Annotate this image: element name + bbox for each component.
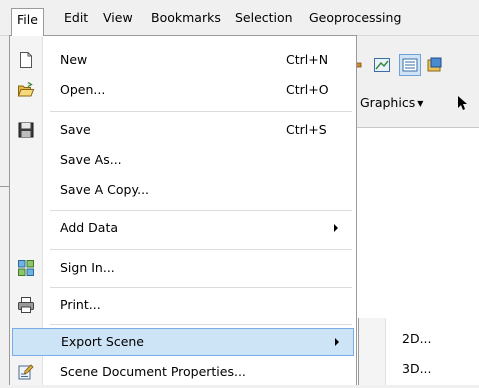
select-elements-icon[interactable] xyxy=(455,94,469,112)
save-disk-icon xyxy=(17,121,35,139)
file-menu: New Ctrl+N Open... Ctrl+O Save Ctrl+S Sa… xyxy=(9,35,357,385)
menu-separator xyxy=(50,111,352,112)
graphics-label: Graphics xyxy=(360,95,416,110)
menu-separator xyxy=(50,249,352,250)
sign-in-icon xyxy=(17,259,35,277)
menu-item-label: Export Scene xyxy=(61,334,145,349)
menu-item-shortcut: Ctrl+O xyxy=(286,82,329,97)
menu-view[interactable]: View xyxy=(100,9,136,29)
menu-item-save-a-copy[interactable]: Save A Copy... xyxy=(10,176,356,206)
menu-item-label: Open... xyxy=(60,82,106,97)
menu-selection[interactable]: Selection xyxy=(232,9,296,29)
submenu-item-label: 3D... xyxy=(402,361,432,376)
table-of-contents-icon[interactable] xyxy=(399,54,421,76)
menu-item-save-as[interactable]: Save As... xyxy=(10,146,356,176)
toolbar-area xyxy=(340,36,479,126)
menu-separator xyxy=(50,324,352,325)
menu-item-label: Scene Document Properties... xyxy=(60,364,246,379)
menu-item-label: New xyxy=(60,52,88,67)
menu-item-label: Print... xyxy=(60,297,101,312)
menu-item-sign-in[interactable]: Sign In... xyxy=(10,254,356,284)
graphics-dropdown[interactable]: Graphics ▼ xyxy=(360,94,423,112)
catalog-icon[interactable] xyxy=(427,56,443,74)
menu-item-new[interactable]: New Ctrl+N xyxy=(10,46,356,76)
menu-file[interactable]: File xyxy=(11,8,44,36)
export-scene-submenu: 2D... 3D... xyxy=(358,318,479,385)
menu-item-label: Save A Copy... xyxy=(60,182,150,197)
menu-item-print[interactable]: Print... xyxy=(10,291,356,321)
menu-item-export-scene[interactable]: Export Scene xyxy=(12,328,354,356)
menu-edit[interactable]: Edit xyxy=(61,9,91,29)
menu-separator xyxy=(50,287,352,288)
full-extent-icon[interactable] xyxy=(373,56,391,74)
new-document-icon xyxy=(17,51,35,69)
menu-bookmarks[interactable]: Bookmarks xyxy=(148,9,224,29)
submenu-item-label: 2D... xyxy=(402,331,432,346)
menu-item-save[interactable]: Save Ctrl+S xyxy=(10,116,356,146)
menu-item-scene-document-properties[interactable]: Scene Document Properties... xyxy=(10,358,356,388)
menu-item-add-data[interactable]: Add Data xyxy=(10,214,356,244)
menu-item-label: Sign In... xyxy=(60,260,115,275)
menu-separator xyxy=(50,210,352,211)
menu-item-shortcut: Ctrl+S xyxy=(286,122,327,137)
submenu-item-3d[interactable]: 3D... xyxy=(359,355,479,385)
menu-item-open[interactable]: Open... Ctrl+O xyxy=(10,76,356,106)
menu-item-label: Add Data xyxy=(60,220,119,235)
menu-item-shortcut: Ctrl+N xyxy=(286,52,329,67)
document-properties-icon xyxy=(17,363,35,381)
chevron-down-icon: ▼ xyxy=(417,99,424,108)
menu-geoprocessing[interactable]: Geoprocessing xyxy=(306,9,404,29)
submenu-arrow-icon xyxy=(335,338,339,346)
submenu-item-2d[interactable]: 2D... xyxy=(359,325,479,355)
submenu-arrow-icon xyxy=(334,224,338,232)
menu-item-label: Save xyxy=(60,122,91,137)
printer-icon xyxy=(17,296,35,314)
menu-bar: File Edit View Bookmarks Selection Geopr… xyxy=(0,0,479,36)
open-folder-icon xyxy=(17,81,35,99)
menu-item-label: Save As... xyxy=(60,152,122,167)
